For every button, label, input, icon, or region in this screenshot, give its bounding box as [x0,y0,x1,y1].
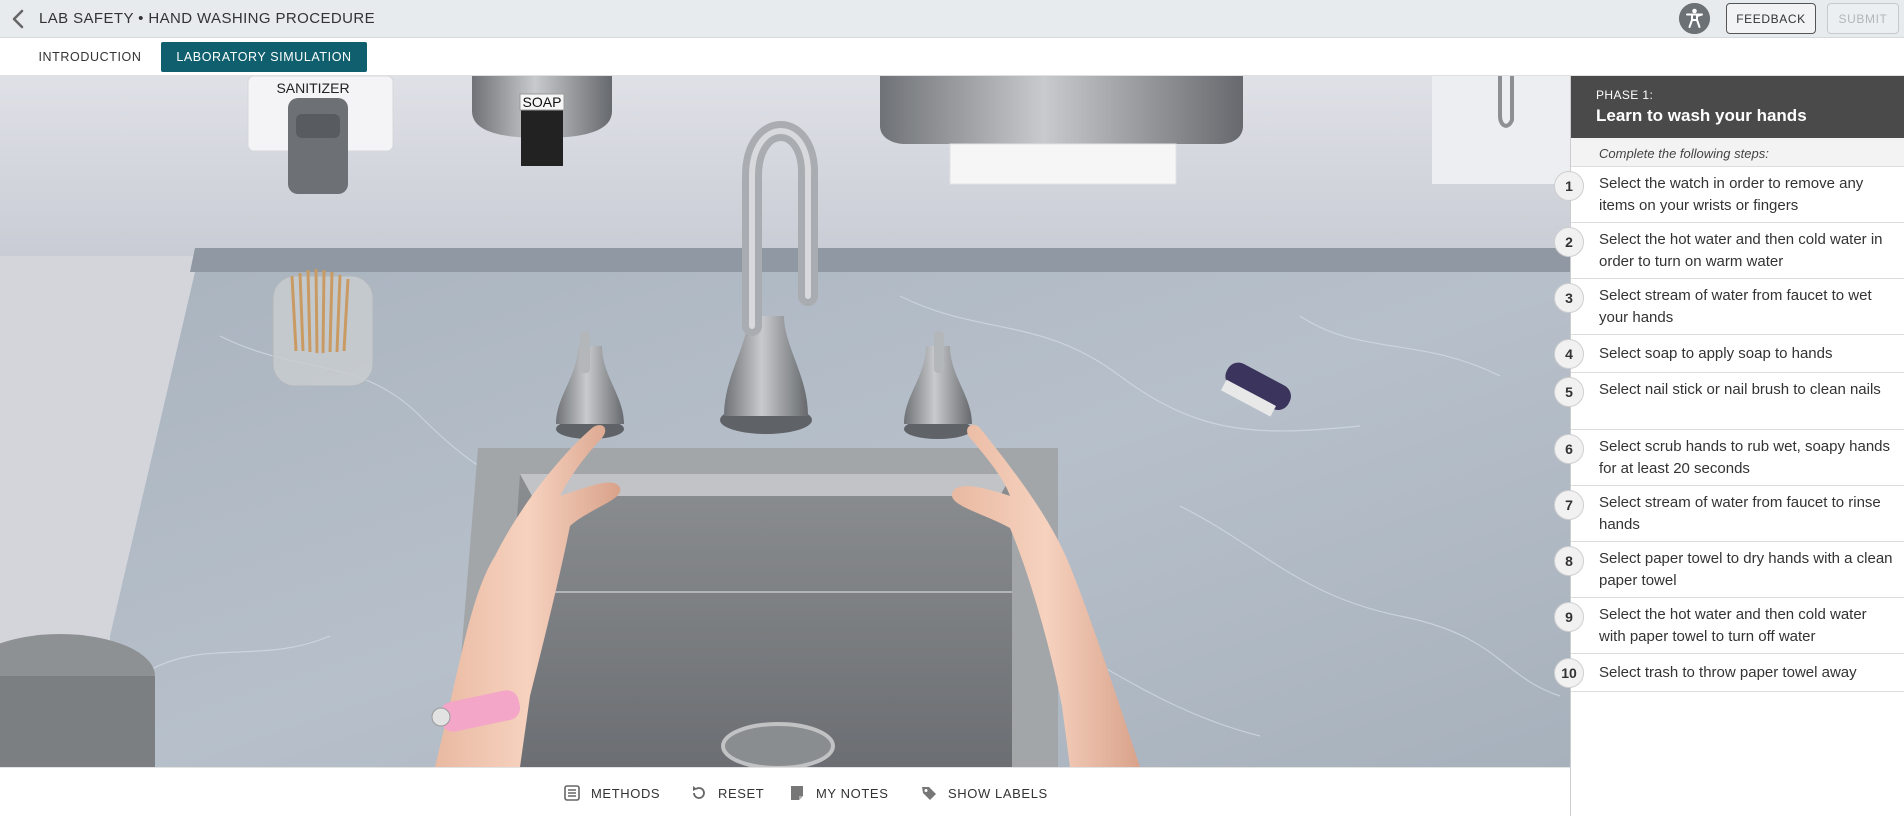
feedback-button[interactable]: FEEDBACK [1726,3,1816,34]
tab-introduction[interactable]: INTRODUCTION [26,42,154,72]
step-number: 7 [1554,490,1584,520]
phase-title: Learn to wash your hands [1596,106,1807,125]
show-labels-label: SHOW LABELS [948,785,1048,801]
steps-intro: Complete the following steps: [1571,138,1904,167]
step-item: 7 Select stream of water from faucet to … [1554,486,1904,542]
step-text: Select paper towel to dry hands with a c… [1599,550,1893,589]
step-text: Select soap to apply soap to hands [1599,345,1833,362]
step-number: 10 [1554,658,1584,688]
step-item: 9 Select the hot water and then cold wat… [1554,598,1904,654]
step-text: Select the hot water and then cold water… [1599,606,1867,645]
step-number: 8 [1554,546,1584,576]
phase-header: PHASE 1: Learn to wash your hands [1571,76,1904,138]
step-number: 4 [1554,339,1584,369]
step-item: 3 Select stream of water from faucet to … [1554,279,1904,335]
step-text: Select trash to throw paper towel away [1599,664,1857,681]
reset-button[interactable]: RESET [690,781,764,805]
step-text: Select the watch in order to remove any … [1599,175,1864,214]
nail-stick-jar [272,268,374,387]
step-number: 3 [1554,283,1584,313]
tab-laboratory-simulation[interactable]: LABORATORY SIMULATION [161,42,367,72]
soap-label: SOAP [523,94,562,110]
show-labels-button[interactable]: SHOW LABELS [920,781,1048,805]
simulation-scene: SANITIZER SOAP [0,76,1570,767]
top-bar: LAB SAFETY • HAND WASHING PROCEDURE FEED… [0,0,1904,38]
step-item: 2 Select the hot water and then cold wat… [1554,223,1904,279]
step-item: 8 Select paper towel to dry hands with a… [1554,542,1904,598]
instructions-panel: PHASE 1: Learn to wash your hands Comple… [1554,76,1904,816]
methods-label: METHODS [591,785,661,801]
sanitizer-label: SANITIZER [276,80,349,96]
back-chevron-icon[interactable] [8,8,30,30]
notes-icon [791,786,803,800]
step-text: Select stream of water from faucet to we… [1599,287,1872,326]
step-number: 2 [1554,227,1584,257]
list-icon [564,785,580,801]
my-notes-label: MY NOTES [816,785,889,801]
step-text: Select the hot water and then cold water… [1599,231,1883,270]
reset-icon [693,786,705,799]
phase-label: PHASE 1: [1596,88,1654,102]
tag-icon [922,787,936,800]
step-item: 6 Select scrub hands to rub wet, soapy h… [1554,430,1904,486]
reset-label: RESET [718,785,765,801]
step-number: 5 [1554,377,1584,407]
step-number: 1 [1554,171,1584,201]
step-number: 6 [1554,434,1584,464]
step-number: 9 [1554,602,1584,632]
step-item: 4 Select soap to apply soap to hands [1554,335,1904,373]
step-text: Select scrub hands to rub wet, soapy han… [1599,438,1891,477]
app-title: LAB SAFETY • HAND WASHING PROCEDURE [39,10,375,27]
bottom-toolbar: METHODS RESET MY NOTES SHOW LABELS [0,767,1570,816]
methods-button[interactable]: METHODS [563,781,660,805]
scene-illustration: SANITIZER SOAP [0,76,1570,767]
step-item: 5 Select nail stick or nail brush to cle… [1554,373,1904,430]
submit-button[interactable]: SUBMIT [1827,3,1899,34]
tab-bar: INTRODUCTION LABORATORY SIMULATION [0,38,1904,76]
step-item: 1 Select the watch in order to remove an… [1554,167,1904,223]
my-notes-button[interactable]: MY NOTES [788,781,888,805]
accessibility-icon[interactable] [1679,3,1710,34]
step-text: Select nail stick or nail brush to clean… [1599,381,1881,398]
step-text: Select stream of water from faucet to ri… [1599,494,1881,533]
step-item: 10 Select trash to throw paper towel awa… [1554,654,1904,692]
